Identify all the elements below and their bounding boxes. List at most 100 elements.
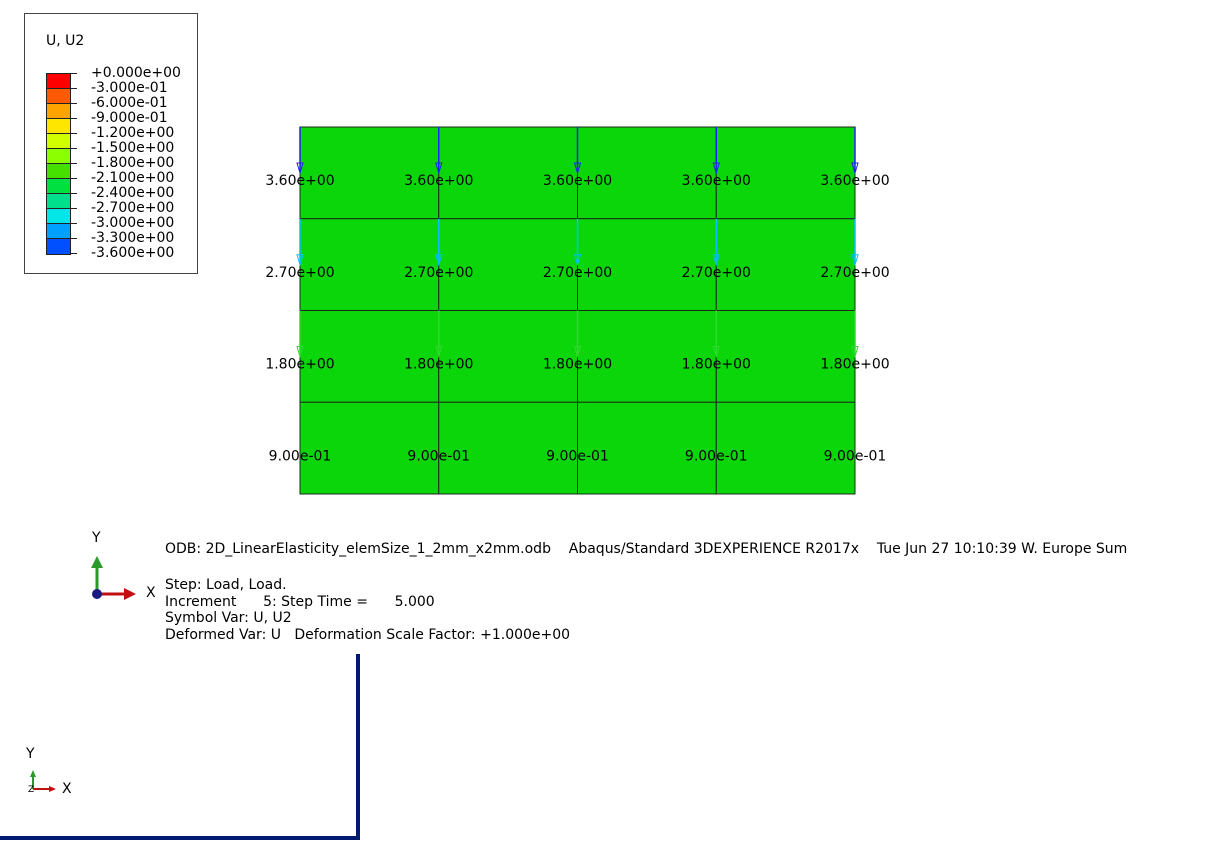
node-value-labels: 3.60e+00 3.60e+00 3.60e+00 3.60e+00 3.60e+00… — [265, 173, 889, 464]
legend-label: -6.000e-01 — [91, 95, 168, 111]
legend-label: -9.000e-01 — [91, 110, 168, 126]
legend-tick — [71, 163, 77, 164]
node-value-label: 1.80e+00 — [543, 357, 612, 373]
legend-swatch — [47, 209, 70, 224]
mesh-element[interactable] — [577, 126, 717, 220]
legend-swatch — [47, 194, 70, 209]
node-value-label: 2.70e+00 — [265, 265, 334, 281]
contour-legend: U, U2 +0.000e+00 -3.000e-01 -6.000e-01 -9.0… — [24, 13, 198, 274]
mesh — [299, 126, 856, 495]
node-value-label: 9.00e-01 — [407, 448, 470, 464]
node-value-label: 3.60e+00 — [265, 173, 334, 189]
legend-label: -3.000e-01 — [91, 80, 168, 96]
node-value-label: 3.60e+00 — [682, 173, 751, 189]
legend-color-bar — [46, 73, 71, 255]
legend-label: -3.300e+00 — [91, 230, 175, 246]
legend-tick — [71, 88, 77, 89]
mesh-element[interactable] — [715, 310, 856, 403]
legend-swatch — [47, 104, 70, 119]
load-arrow-head — [296, 346, 304, 359]
node-value-label: 9.00e-01 — [269, 448, 332, 464]
legend-label: -2.700e+00 — [91, 200, 175, 216]
load-arrow-head — [435, 254, 443, 267]
node-value-label: 9.00e-01 — [824, 448, 887, 464]
node-value-label: 3.60e+00 — [404, 173, 473, 189]
legend-tick — [71, 208, 77, 209]
legend-swatch — [47, 74, 70, 89]
legend-swatch — [47, 224, 70, 239]
legend-swatch — [47, 119, 70, 134]
legend-tick — [71, 103, 77, 104]
node-value-label: 1.80e+00 — [265, 357, 334, 373]
load-arrow-head — [712, 254, 720, 267]
legend-tick — [71, 148, 77, 149]
small-triad-y-label: Y — [26, 746, 35, 762]
load-arrow-head — [435, 162, 443, 175]
increment-info: Increment 5: Step Time = 5.000 — [165, 594, 435, 610]
mesh-element[interactable] — [438, 218, 578, 311]
step-info: Step: Load, Load. — [165, 577, 287, 593]
load-arrow-head — [296, 162, 304, 175]
legend-tick — [71, 73, 77, 74]
mesh-element[interactable] — [715, 126, 856, 220]
legend-swatch — [47, 164, 70, 179]
legend-label: -3.600e+00 — [91, 245, 175, 261]
mesh-element[interactable] — [299, 401, 440, 495]
mesh-element[interactable] — [577, 218, 717, 311]
deformed-var-info: Deformed Var: U Deformation Scale Factor… — [165, 627, 571, 643]
load-arrow-head — [851, 346, 859, 359]
mesh-element[interactable] — [577, 310, 717, 403]
mesh-element[interactable] — [438, 126, 578, 220]
node-value-label: 1.80e+00 — [682, 357, 751, 373]
node-value-label: 3.60e+00 — [543, 173, 612, 189]
legend-swatch — [47, 149, 70, 164]
node-value-label: 2.70e+00 — [404, 265, 473, 281]
legend-label: -2.100e+00 — [91, 170, 175, 186]
node-value-label: 2.70e+00 — [682, 265, 751, 281]
legend-swatch — [47, 89, 70, 104]
mesh-element[interactable] — [715, 218, 856, 311]
node-value-label: 9.00e-01 — [546, 448, 609, 464]
load-arrows — [296, 127, 859, 359]
mesh-element[interactable] — [299, 126, 440, 220]
mesh-element[interactable] — [299, 218, 440, 311]
legend-title: U, U2 — [46, 33, 85, 49]
legend-tick — [71, 118, 77, 119]
load-arrow-head — [712, 346, 720, 359]
load-arrow-head — [851, 254, 859, 267]
secondary-viewport[interactable] — [0, 654, 360, 840]
node-value-label: 2.70e+00 — [820, 265, 889, 281]
node-value-label: 9.00e-01 — [685, 448, 748, 464]
mesh-element[interactable] — [299, 310, 440, 403]
symbol-var-info: Symbol Var: U, U2 — [165, 610, 292, 626]
load-arrow-head — [296, 254, 304, 267]
legend-swatch — [47, 239, 70, 254]
node-value-label: 3.60e+00 — [820, 173, 889, 189]
legend-label: -1.800e+00 — [91, 155, 175, 171]
mesh-element[interactable] — [438, 401, 578, 495]
legend-label: -1.500e+00 — [91, 140, 175, 156]
node-value-label: 2.70e+00 — [543, 265, 612, 281]
legend-tick — [71, 238, 77, 239]
legend-tick — [71, 133, 77, 134]
mesh-element[interactable] — [577, 401, 717, 495]
load-arrow-head — [435, 346, 443, 359]
small-triad-z-label: Z — [28, 785, 35, 795]
legend-label: -3.000e+00 — [91, 215, 175, 231]
triad-x-label: X — [146, 585, 156, 601]
load-arrow-head — [573, 162, 582, 175]
node-value-label: 1.80e+00 — [820, 357, 889, 373]
load-arrow-head — [712, 162, 720, 175]
legend-label: -2.400e+00 — [91, 185, 175, 201]
load-arrow-head — [573, 346, 582, 359]
legend-label: -1.200e+00 — [91, 125, 175, 141]
small-triad-x-label: X — [62, 781, 72, 797]
legend-tick — [71, 253, 77, 254]
load-arrow-head — [573, 254, 582, 267]
mesh-element[interactable] — [438, 310, 578, 403]
legend-tick — [71, 193, 77, 194]
node-value-label: 1.80e+00 — [404, 357, 473, 373]
legend-tick — [71, 223, 77, 224]
legend-tick — [71, 178, 77, 179]
mesh-element[interactable] — [715, 401, 856, 495]
